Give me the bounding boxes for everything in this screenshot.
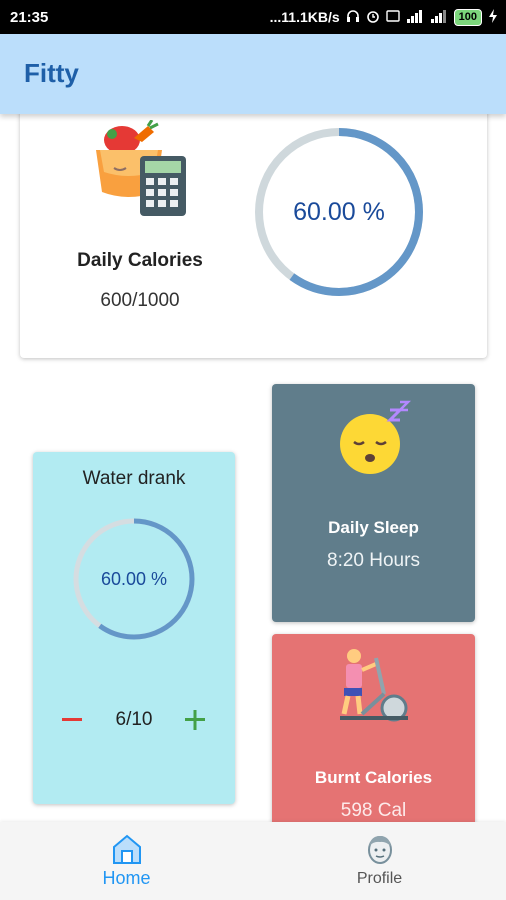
water-drank-card: Water drank 60.00 % 6/10	[33, 452, 235, 804]
water-count: 6/10	[115, 709, 153, 730]
status-time: 21:35	[10, 8, 49, 26]
calories-progress-ring: 60.00 %	[249, 122, 429, 302]
vegetable-calculator-icon	[92, 119, 192, 220]
water-stepper: 6/10	[33, 702, 235, 738]
alarm-icon	[366, 9, 380, 26]
bottom-navigation: Home Profile	[0, 822, 506, 900]
status-icons: ...11.1KB/s 100	[269, 8, 498, 26]
daily-calories-value: 600/1000	[100, 290, 180, 311]
signal-icon	[406, 9, 424, 26]
plus-icon[interactable]	[181, 702, 209, 738]
daily-calories-card[interactable]: Daily Calories 600/1000 60.00 %	[20, 100, 487, 358]
signal-icon-2	[430, 9, 448, 26]
daily-calories-label: Daily Calories	[77, 250, 203, 271]
water-progress-ring: 60.00 %	[70, 515, 198, 643]
daily-sleep-label: Daily Sleep	[328, 518, 419, 537]
sleeping-face-icon	[334, 398, 414, 478]
water-drank-title: Water drank	[82, 468, 186, 489]
daily-sleep-card[interactable]: Daily Sleep 8:20 Hours	[272, 384, 475, 622]
burnt-calories-value: 598 Cal	[340, 800, 407, 821]
battery-indicator: 100	[453, 8, 482, 26]
daily-sleep-value: 8:20 Hours	[327, 550, 420, 571]
profile-icon	[363, 832, 397, 866]
home-icon	[110, 832, 144, 866]
burnt-calories-label: Burnt Calories	[314, 768, 433, 787]
headphones-icon	[346, 9, 360, 26]
nav-home[interactable]: Home	[0, 822, 253, 900]
app-title: Fitty	[24, 58, 79, 88]
elliptical-trainer-icon	[332, 644, 416, 728]
water-percent-text: 60.00 %	[100, 568, 168, 589]
hd-icon	[385, 9, 400, 26]
nav-profile[interactable]: Profile	[253, 822, 506, 900]
nav-profile-label: Profile	[356, 870, 403, 887]
minus-icon[interactable]	[58, 702, 86, 738]
app-bar: Fitty	[0, 34, 506, 114]
network-speed: ...11.1KB/s	[269, 9, 340, 25]
charging-icon	[488, 8, 498, 26]
burnt-calories-card[interactable]: Burnt Calories 598 Cal	[272, 634, 475, 834]
status-bar: 21:35 ...11.1KB/s 100	[0, 0, 506, 34]
nav-home-label: Home	[102, 868, 151, 888]
calories-percent-text: 60.00 %	[293, 197, 385, 226]
